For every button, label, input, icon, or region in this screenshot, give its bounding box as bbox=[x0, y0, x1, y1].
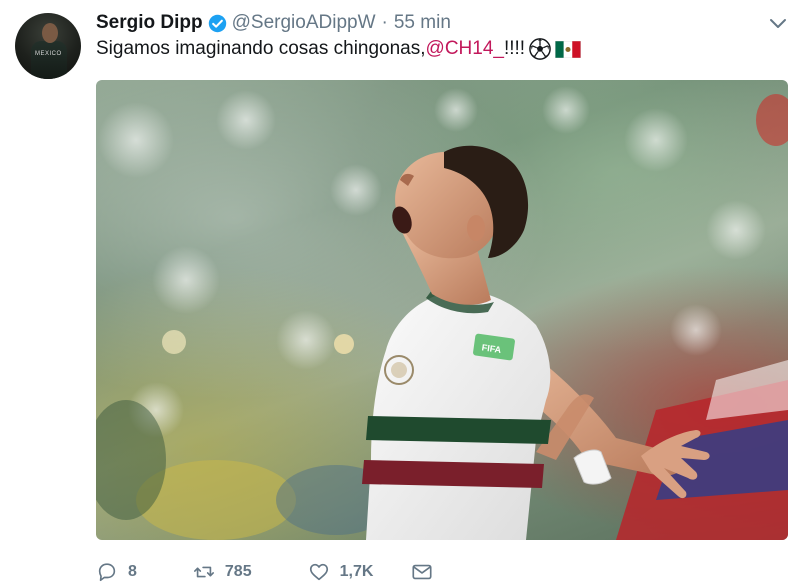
soccer-ball-icon bbox=[529, 38, 551, 60]
author-name[interactable]: Sergio Dipp bbox=[96, 12, 203, 34]
avatar-head bbox=[42, 23, 58, 43]
tweet-photo[interactable]: FIFA bbox=[96, 80, 788, 540]
tweet: MEXICO Sergio Dipp @SergioADippW · 55 mi… bbox=[0, 0, 800, 588]
like-button[interactable]: 1,7K bbox=[308, 561, 374, 583]
avatar[interactable]: MEXICO bbox=[15, 13, 81, 79]
direct-message-button[interactable] bbox=[411, 561, 433, 583]
like-count: 1,7K bbox=[339, 563, 374, 580]
tweet-actions: 8 785 1,7K bbox=[96, 560, 433, 584]
author-handle[interactable]: @SergioADippW bbox=[232, 12, 376, 34]
heart-icon bbox=[309, 563, 328, 581]
tweet-text: Sigamos imaginando cosas chingonas, @CH1… bbox=[96, 38, 582, 60]
avatar-shirt bbox=[31, 41, 67, 79]
chevron-down-icon[interactable] bbox=[768, 14, 788, 34]
reply-count: 8 bbox=[128, 563, 137, 580]
mexico-flag-icon bbox=[555, 40, 582, 58]
photo-scene: FIFA bbox=[96, 86, 788, 540]
tweet-timestamp[interactable]: 55 min bbox=[394, 12, 451, 34]
header-separator: · bbox=[381, 12, 388, 33]
tweet-text-after: !!!! bbox=[503, 38, 526, 59]
verified-badge-icon bbox=[208, 14, 226, 32]
reply-icon bbox=[98, 563, 116, 582]
avatar-text: MEXICO bbox=[35, 51, 62, 57]
retweet-icon bbox=[193, 566, 214, 578]
tweet-text-before: Sigamos imaginando cosas chingonas, bbox=[96, 38, 426, 59]
retweet-button[interactable]: 785 bbox=[193, 561, 252, 583]
envelope-icon bbox=[412, 564, 432, 580]
retweet-count: 785 bbox=[224, 563, 252, 580]
tweet-header: Sergio Dipp @SergioADippW · 55 min bbox=[96, 11, 451, 35]
mention-link[interactable]: @CH14_ bbox=[426, 38, 504, 60]
reply-button[interactable]: 8 bbox=[96, 561, 137, 583]
